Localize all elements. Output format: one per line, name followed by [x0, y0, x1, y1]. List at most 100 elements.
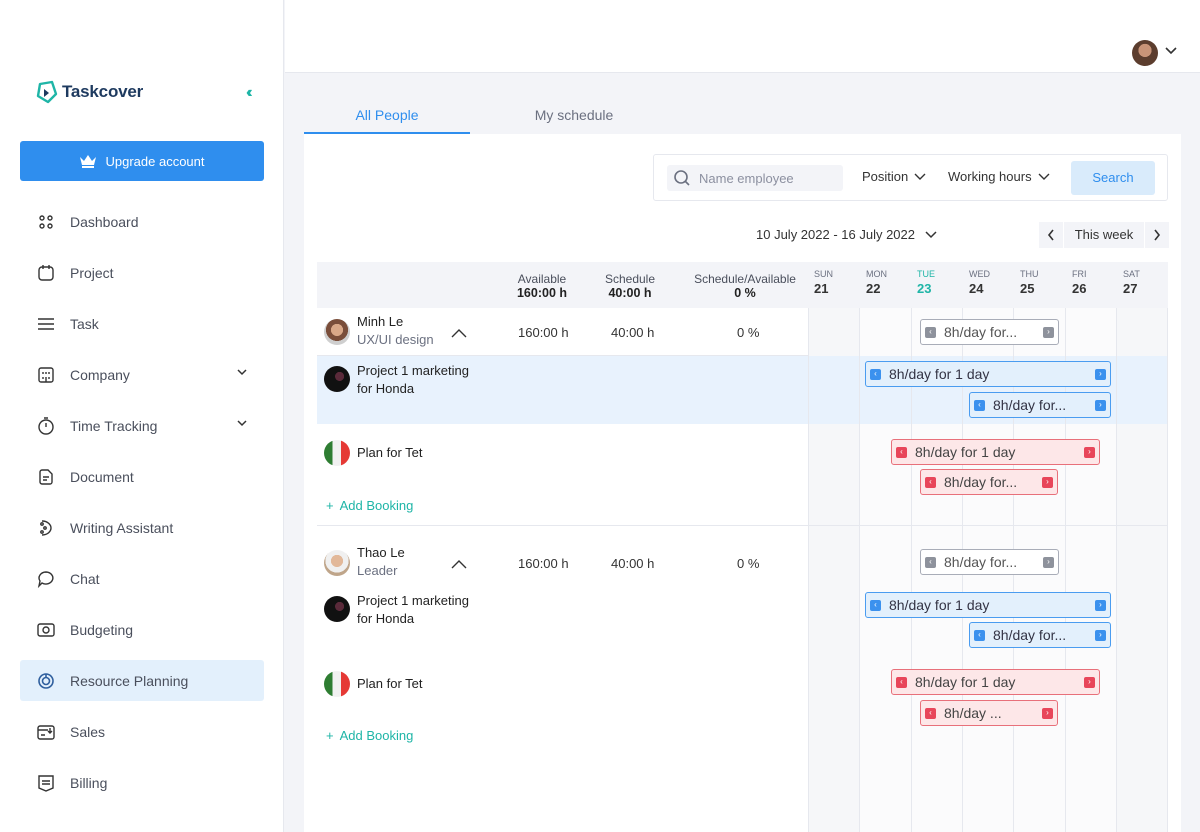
- sidebar-item-billing[interactable]: Billing: [20, 762, 264, 803]
- project-avatar: [324, 440, 350, 466]
- resize-right-handle-icon[interactable]: ›: [1084, 676, 1095, 688]
- person-divider: [317, 525, 1168, 526]
- resize-left-handle-icon[interactable]: ‹: [974, 629, 985, 641]
- logo-text: Taskcover: [62, 82, 144, 101]
- resize-left-handle-icon[interactable]: ‹: [925, 476, 936, 488]
- person-role: UX/UI design: [357, 332, 434, 347]
- day-header-fri: FRI 26: [1072, 269, 1087, 296]
- resize-right-handle-icon[interactable]: ›: [1043, 556, 1054, 568]
- ratio-total: 0 %: [734, 286, 756, 300]
- chat-bubble-icon: [36, 569, 56, 589]
- resize-right-handle-icon[interactable]: ›: [1043, 326, 1054, 338]
- resize-left-handle-icon[interactable]: ‹: [896, 676, 907, 688]
- booking-label: 8h/day ...: [944, 705, 1002, 721]
- schedule-column-header: Schedule 40:00 h: [580, 272, 680, 300]
- sidebar-nav: Dashboard Project Task Company Time Trac…: [20, 201, 264, 813]
- sidebar-item-task[interactable]: Task: [20, 303, 264, 344]
- collapse-sidebar-icon[interactable]: ‹‹: [246, 84, 252, 102]
- sidebar-item-chat[interactable]: Chat: [20, 558, 264, 599]
- project-name[interactable]: Plan for Tet: [357, 444, 423, 462]
- sidebar-item-writing-assistant[interactable]: Writing Assistant: [20, 507, 264, 548]
- sidebar-item-document[interactable]: Document: [20, 456, 264, 497]
- resize-left-handle-icon[interactable]: ‹: [925, 326, 936, 338]
- sidebar-item-company[interactable]: Company: [20, 354, 264, 395]
- sidebar-item-label: Resource Planning: [70, 672, 189, 689]
- sidebar-item-dashboard[interactable]: Dashboard: [20, 201, 264, 242]
- available-header-label: Available: [517, 272, 567, 286]
- resize-left-handle-icon[interactable]: ‹: [925, 556, 936, 568]
- working-hours-dropdown[interactable]: Working hours: [948, 169, 1050, 184]
- sidebar-item-sales[interactable]: Sales: [20, 711, 264, 752]
- booking-label: 8h/day for 1 day: [889, 366, 990, 382]
- sidebar-item-budgeting[interactable]: Budgeting: [20, 609, 264, 650]
- resize-left-handle-icon[interactable]: ‹: [870, 368, 881, 380]
- booking-label: 8h/day for...: [993, 627, 1067, 643]
- company-building-icon: [36, 365, 56, 385]
- add-booking-button[interactable]: + Add Booking: [326, 728, 413, 743]
- sidebar-item-label: Document: [70, 468, 134, 485]
- user-avatar[interactable]: [1132, 40, 1158, 66]
- writing-assistant-icon: [36, 518, 56, 538]
- tab-my-schedule[interactable]: My schedule: [491, 96, 657, 134]
- booking-bar[interactable]: ‹ 8h/day for 1 day ›: [891, 439, 1100, 465]
- sidebar-item-label: Dashboard: [70, 213, 139, 230]
- collapse-chevron-up-icon[interactable]: [451, 559, 467, 569]
- chevron-down-icon: [237, 420, 247, 427]
- view-tabs: All People My schedule: [304, 96, 1181, 134]
- resize-left-handle-icon[interactable]: ‹: [896, 446, 907, 458]
- booking-bar[interactable]: ‹ 8h/day for... ›: [920, 319, 1059, 345]
- week-navigator: This week: [1039, 222, 1169, 248]
- add-booking-label: Add Booking: [339, 498, 414, 513]
- chevron-down-icon[interactable]: [1164, 46, 1178, 56]
- day-header-sat: SAT 27: [1123, 269, 1140, 296]
- booking-label: 8h/day for...: [944, 554, 1018, 570]
- booking-bar[interactable]: ‹ 8h/day ... ›: [920, 700, 1058, 726]
- sidebar-item-project[interactable]: Project: [20, 252, 264, 293]
- logo[interactable]: Taskcover: [36, 80, 143, 104]
- this-week-button[interactable]: This week: [1064, 222, 1144, 248]
- booking-bar[interactable]: ‹ 8h/day for 1 day ›: [865, 592, 1111, 618]
- collapse-chevron-up-icon[interactable]: [451, 328, 467, 338]
- resize-left-handle-icon[interactable]: ‹: [974, 399, 985, 411]
- search-button[interactable]: Search: [1071, 161, 1155, 195]
- search-input[interactable]: [699, 170, 839, 186]
- resize-left-handle-icon[interactable]: ‹: [870, 599, 881, 611]
- next-week-button[interactable]: [1145, 222, 1169, 248]
- grid-line: [1167, 308, 1168, 832]
- upgrade-account-button[interactable]: Upgrade account: [20, 141, 264, 181]
- booking-bar[interactable]: ‹ 8h/day for... ›: [969, 392, 1111, 418]
- project-name[interactable]: Project 1 marketing for Honda: [357, 592, 469, 628]
- grid-line: [859, 308, 860, 832]
- sidebar-item-label: Company: [70, 366, 130, 383]
- plus-icon: +: [326, 728, 334, 743]
- resize-right-handle-icon[interactable]: ›: [1095, 599, 1106, 611]
- tab-all-people[interactable]: All People: [304, 96, 470, 134]
- resize-left-handle-icon[interactable]: ‹: [925, 707, 936, 719]
- resize-right-handle-icon[interactable]: ›: [1095, 368, 1106, 380]
- resize-right-handle-icon[interactable]: ›: [1042, 476, 1053, 488]
- sidebar-item-resource-planning[interactable]: Resource Planning: [20, 660, 264, 701]
- sidebar-item-time-tracking[interactable]: Time Tracking: [20, 405, 264, 446]
- position-dropdown[interactable]: Position: [862, 169, 926, 184]
- booking-bar[interactable]: ‹ 8h/day for 1 day ›: [891, 669, 1100, 695]
- resource-planning-icon: [36, 671, 56, 691]
- add-booking-button[interactable]: + Add Booking: [326, 498, 413, 513]
- project-avatar: [324, 596, 350, 622]
- project-name[interactable]: Plan for Tet: [357, 675, 423, 693]
- booking-bar[interactable]: ‹ 8h/day for 1 day ›: [865, 361, 1111, 387]
- resize-right-handle-icon[interactable]: ›: [1084, 446, 1095, 458]
- resize-right-handle-icon[interactable]: ›: [1042, 707, 1053, 719]
- resize-right-handle-icon[interactable]: ›: [1095, 399, 1106, 411]
- booking-label: 8h/day for 1 day: [889, 597, 990, 613]
- resize-right-handle-icon[interactable]: ›: [1095, 629, 1106, 641]
- person-name[interactable]: Minh Le UX/UI design: [357, 313, 434, 349]
- booking-bar[interactable]: ‹ 8h/day for... ›: [920, 469, 1058, 495]
- available-total: 160:00 h: [516, 286, 568, 300]
- project-name[interactable]: Project 1 marketing for Honda: [357, 362, 469, 398]
- row-divider: [317, 355, 808, 356]
- date-range-picker[interactable]: 10 July 2022 - 16 July 2022: [756, 227, 937, 242]
- booking-bar[interactable]: ‹ 8h/day for... ›: [969, 622, 1111, 648]
- previous-week-button[interactable]: [1039, 222, 1063, 248]
- person-name[interactable]: Thao Le Leader: [357, 544, 405, 580]
- booking-bar[interactable]: ‹ 8h/day for... ›: [920, 549, 1059, 575]
